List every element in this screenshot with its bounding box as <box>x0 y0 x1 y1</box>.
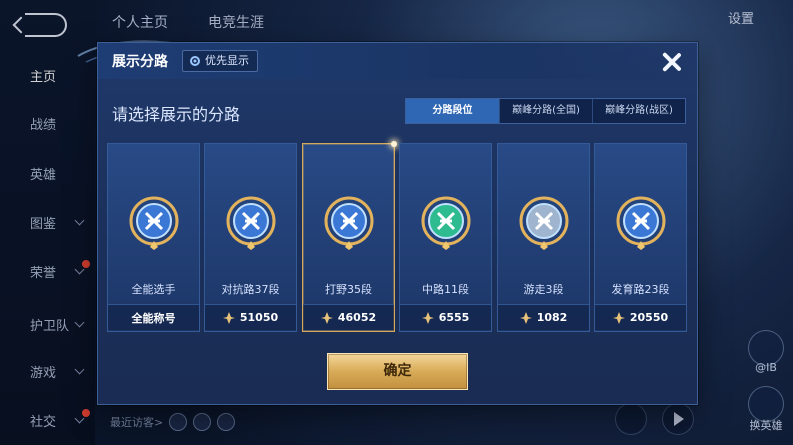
lane-card[interactable]: 发育路23段 20550 <box>594 143 687 332</box>
lane-card-footer: 46052 <box>303 304 394 330</box>
lane-type-tabs: 分路段位 巅峰分路(全国) 巅峰分路(战区) <box>405 98 686 124</box>
lane-display-dialog: 展示分路 优先显示 请选择展示的分路 分路段位 巅峰分路(全国) 巅峰分路(战区… <box>97 42 698 405</box>
lane-card[interactable]: 对抗路37段 51050 <box>204 143 297 332</box>
combat-power-value: 51050 <box>239 311 279 324</box>
combat-power-icon <box>421 311 434 324</box>
priority-display-button[interactable]: 优先显示 <box>182 50 258 72</box>
lane-card-name: 全能选手 <box>131 283 176 296</box>
lane-card-footer: 51050 <box>205 304 296 330</box>
priority-display-label: 优先显示 <box>205 54 249 67</box>
dialog-subtitle: 请选择展示的分路 <box>112 105 241 124</box>
lane-card-name: 中路11段 <box>422 283 469 296</box>
combat-power-icon <box>320 311 333 324</box>
selection-sparkle <box>391 141 397 147</box>
combat-power-icon <box>222 311 235 324</box>
tab-lane-rank[interactable]: 分路段位 <box>406 99 500 123</box>
combat-power-value: 6555 <box>438 311 470 324</box>
mid-lane-emblem-icon <box>421 196 471 250</box>
jungle-emblem-icon <box>324 196 374 250</box>
lane-card-footer: 20550 <box>595 304 686 330</box>
tab-peak-lane-region[interactable]: 巅峰分路(战区) <box>593 99 685 123</box>
lane-card[interactable]: 打野35段 46052 <box>302 141 397 332</box>
lane-card-name: 发育路23段 <box>611 283 670 296</box>
combat-power-icon <box>519 311 532 324</box>
lane-cards: 全能选手 全能称号 对抗路37段 51050 打野35段 46052 中路11段 6555 游走… <box>107 141 689 332</box>
clash-lane-emblem-icon <box>226 196 276 250</box>
combat-power-value: 1082 <box>536 311 568 324</box>
lane-card-footer: 6555 <box>400 304 491 330</box>
dialog-title: 展示分路 <box>112 54 168 70</box>
lane-card-name: 对抗路37段 <box>221 283 280 296</box>
confirm-button[interactable]: 确定 <box>327 353 468 390</box>
allround-emblem-icon <box>129 196 179 250</box>
roam-emblem-icon <box>519 196 569 250</box>
gear-icon <box>190 56 200 66</box>
lane-card-footer: 全能称号 <box>108 304 199 330</box>
farm-lane-emblem-icon <box>616 196 666 250</box>
lane-card-name: 游走3段 <box>523 283 564 296</box>
combat-power-icon <box>612 311 625 324</box>
close-icon[interactable] <box>654 45 688 79</box>
lane-card[interactable]: 游走3段 1082 <box>497 143 590 332</box>
lane-card-name: 打野35段 <box>325 283 372 296</box>
lane-card[interactable]: 中路11段 6555 <box>399 143 492 332</box>
combat-power-value: 20550 <box>629 311 669 324</box>
tab-peak-lane-national[interactable]: 巅峰分路(全国) <box>500 99 593 123</box>
lane-card[interactable]: 全能选手 全能称号 <box>107 143 200 332</box>
combat-power-value: 46052 <box>337 311 377 324</box>
lane-card-footer: 1082 <box>498 304 589 330</box>
honor-title: 全能称号 <box>131 311 176 325</box>
